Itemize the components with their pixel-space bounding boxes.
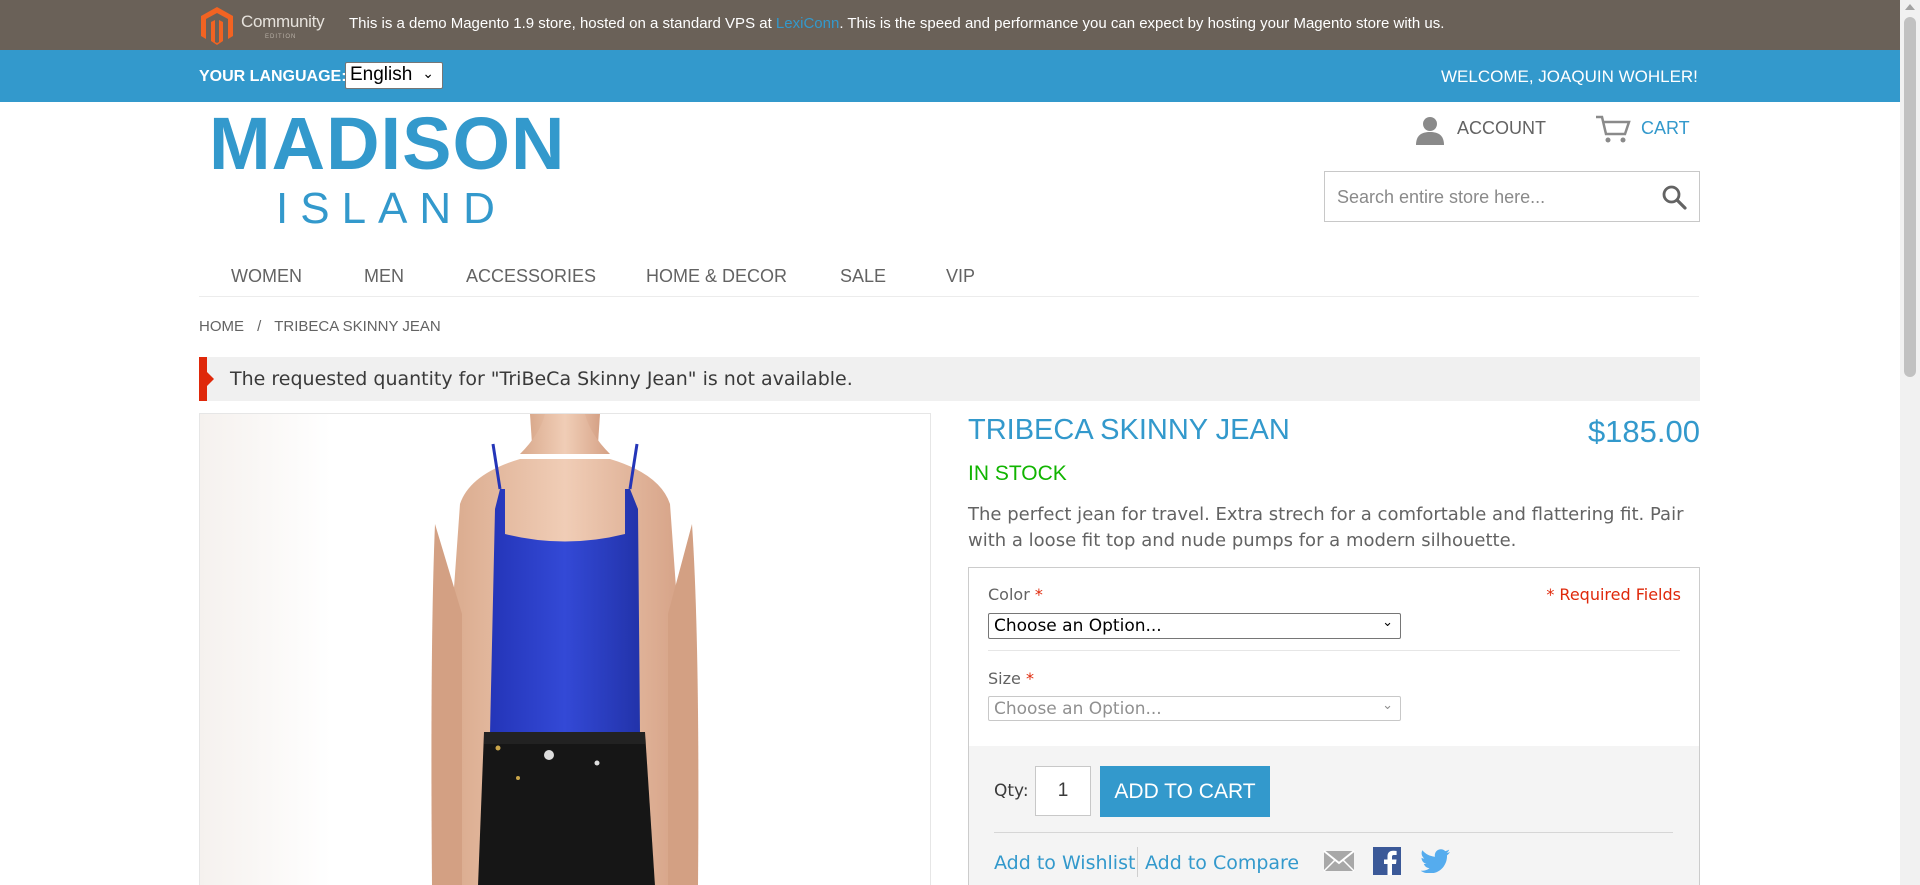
required-asterisk: * <box>1025 669 1034 688</box>
size-select-value: Choose an Option... <box>994 699 1162 719</box>
nav-item-women[interactable]: WOMEN <box>231 266 302 287</box>
search-icon[interactable] <box>1661 184 1687 210</box>
logo-sub: EDITION <box>265 34 297 40</box>
error-message: The requested quantity for "TriBeCa Skin… <box>199 357 1700 401</box>
stock-status: IN STOCK <box>968 462 1067 485</box>
color-label-text: Color <box>988 585 1030 604</box>
size-label: Size * <box>988 669 1034 688</box>
email-share-icon[interactable] <box>1323 850 1355 872</box>
cart-icon <box>1596 115 1631 143</box>
breadcrumb-home[interactable]: HOME <box>199 318 244 335</box>
nav-item-home-decor[interactable]: HOME & DECOR <box>646 266 787 287</box>
cart-label: CART <box>1641 118 1690 138</box>
language-label: YOUR LANGUAGE: <box>199 68 347 85</box>
product-price: $185.00 <box>1587 414 1700 449</box>
nav-item-men[interactable]: MEN <box>364 266 404 287</box>
color-select-value: Choose an Option... <box>994 616 1162 636</box>
link-separator <box>1137 847 1138 877</box>
chevron-down-icon: ⌄ <box>1382 615 1393 630</box>
model-photo <box>431 414 699 885</box>
language-bar: YOUR LANGUAGE: English ⌄ WELCOME, JOAQUI… <box>0 50 1900 102</box>
product-image[interactable] <box>199 413 931 885</box>
magento-community-logo[interactable]: Community EDITION <box>199 5 325 45</box>
error-text: The requested quantity for "TriBeCa Skin… <box>230 368 853 390</box>
cart-divider <box>994 832 1673 833</box>
nav-item-accessories[interactable]: ACCESSORIES <box>466 266 596 287</box>
breadcrumb: HOME / TRIBECA SKINNY JEAN <box>199 318 450 335</box>
lexiconn-link[interactable]: LexiConn <box>776 15 839 32</box>
scroll-up-arrow-icon[interactable] <box>1905 4 1915 10</box>
nav-item-vip[interactable]: VIP <box>946 266 975 287</box>
product-description: The perfect jean for travel. Extra strec… <box>968 504 1684 551</box>
product-options: Color * * Required Fields Choose an Opti… <box>968 567 1700 747</box>
language-select[interactable]: English ⌄ <box>345 62 443 89</box>
welcome-message: WELCOME, JOAQUIN WOHLER! <box>1441 67 1698 86</box>
error-arrow <box>207 372 214 386</box>
scrollbar-thumb[interactable] <box>1904 17 1916 377</box>
demo-notice-text: This is a demo Magento 1.9 store, hosted… <box>349 15 1444 32</box>
add-to-wishlist-link[interactable]: Add to Wishlist <box>994 852 1135 874</box>
logo-word: Community <box>241 12 325 31</box>
demo-notice-bar: Community EDITION This is a demo Magento… <box>0 0 1900 50</box>
add-to-cart-button[interactable]: ADD TO CART <box>1100 766 1270 817</box>
logo-line-madison: MADISON <box>209 102 566 185</box>
account-label: ACCOUNT <box>1457 118 1546 138</box>
main-navigation: WOMEN MEN ACCESSORIES HOME & DECOR SALE … <box>199 262 1699 297</box>
chevron-down-icon: ⌄ <box>1382 698 1393 713</box>
user-icon <box>1416 117 1444 145</box>
color-label: Color * <box>988 585 1043 604</box>
qty-input[interactable]: 1 <box>1035 766 1091 816</box>
error-flag <box>199 357 207 401</box>
size-select[interactable]: Choose an Option... ⌄ <box>988 696 1401 721</box>
qty-label: Qty: <box>994 781 1029 801</box>
add-to-compare-link[interactable]: Add to Compare <box>1145 852 1299 874</box>
page-scrollbar[interactable] <box>1900 0 1920 885</box>
magento-logo-icon <box>201 7 233 45</box>
add-to-cart-box: Qty: 1 ADD TO CART Add to Wishlist Add t… <box>968 746 1700 885</box>
size-label-text: Size <box>988 669 1021 688</box>
options-divider <box>988 650 1680 651</box>
logo-line-island: ISLAND <box>276 184 507 233</box>
nav-item-sale[interactable]: SALE <box>840 266 886 287</box>
search-input[interactable] <box>1335 172 1649 223</box>
chevron-down-icon: ⌄ <box>422 65 434 81</box>
twitter-share-icon[interactable] <box>1421 849 1451 873</box>
demo-text-before: This is a demo Magento 1.9 store, hosted… <box>349 15 776 32</box>
color-select[interactable]: Choose an Option... ⌄ <box>988 613 1401 639</box>
search-form <box>1324 171 1700 223</box>
required-asterisk: * <box>1034 585 1043 604</box>
required-fields-note: * Required Fields <box>1546 585 1681 604</box>
breadcrumb-separator: / <box>257 318 262 335</box>
language-select-value: English <box>350 64 413 85</box>
demo-text-after: . This is the speed and performance you … <box>839 15 1445 32</box>
product-name: TRIBECA SKINNY JEAN <box>968 414 1290 446</box>
facebook-share-icon[interactable] <box>1373 847 1401 875</box>
breadcrumb-current: TRIBECA SKINNY JEAN <box>274 318 441 335</box>
